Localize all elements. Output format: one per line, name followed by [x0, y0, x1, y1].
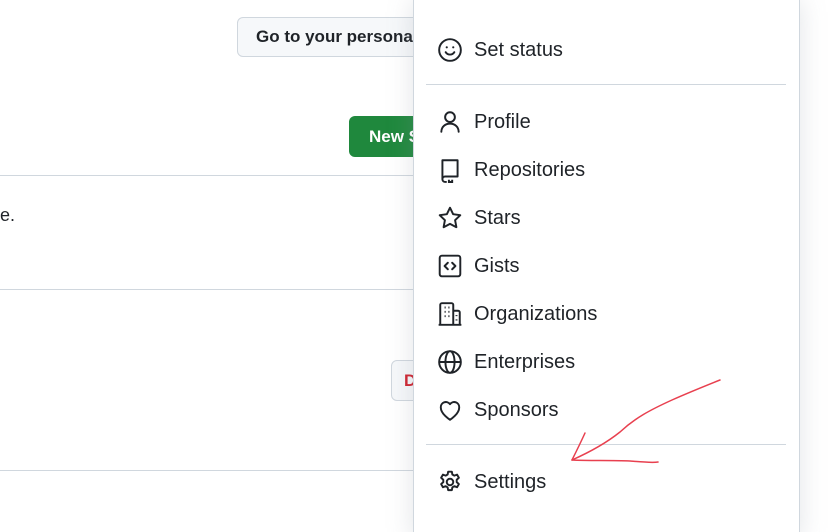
- menu-item-label: Sponsors: [474, 398, 559, 421]
- globe-icon: [436, 348, 464, 376]
- menu-item-label: Enterprises: [474, 350, 576, 373]
- description-text: e.: [0, 205, 16, 225]
- organization-icon: [436, 300, 464, 328]
- menu-item-profile[interactable]: Profile: [426, 102, 786, 142]
- menu-item-enterprises[interactable]: Enterprises: [426, 342, 786, 382]
- menu-item-label: Stars: [474, 206, 521, 229]
- menu-divider: [426, 444, 786, 445]
- user-dropdown-menu: Set status Profile Repositories Stars Gi…: [413, 0, 800, 532]
- menu-item-label: Repositories: [474, 158, 586, 181]
- menu-item-gists[interactable]: Gists: [426, 246, 786, 286]
- star-icon: [436, 204, 464, 232]
- person-icon: [436, 108, 464, 136]
- menu-item-label: Gists: [474, 254, 520, 277]
- heart-icon: [436, 396, 464, 424]
- menu-item-stars[interactable]: Stars: [426, 198, 786, 238]
- menu-divider: [426, 84, 786, 85]
- menu-item-settings[interactable]: Settings: [426, 462, 786, 502]
- code-square-icon: [436, 252, 464, 280]
- section-divider: [0, 470, 420, 471]
- menu-item-label: Profile: [474, 110, 531, 133]
- menu-item-repositories[interactable]: Repositories: [426, 150, 786, 190]
- gear-icon: [436, 468, 464, 496]
- menu-item-organizations[interactable]: Organizations: [426, 294, 786, 334]
- section-divider: [0, 289, 420, 290]
- menu-item-set-status[interactable]: Set status: [426, 30, 786, 70]
- repo-icon: [436, 156, 464, 184]
- section-divider: [0, 175, 420, 176]
- menu-item-label: Settings: [474, 470, 547, 493]
- menu-item-label: Set status: [474, 38, 563, 61]
- smiley-icon: [436, 36, 464, 64]
- menu-item-sponsors[interactable]: Sponsors: [426, 390, 786, 430]
- menu-item-label: Organizations: [474, 302, 598, 325]
